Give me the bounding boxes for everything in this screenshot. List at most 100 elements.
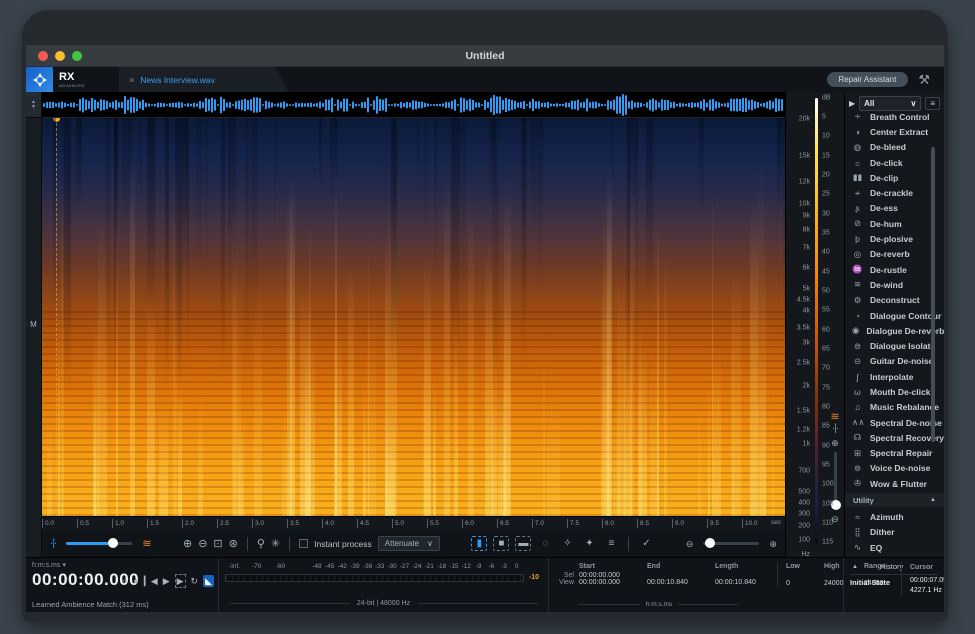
meter-tick-15: -15 (449, 563, 458, 570)
waveform-overview[interactable] (42, 92, 785, 118)
module-item-de-ess[interactable]: ʂDe-ess (845, 201, 944, 216)
time-format-selector[interactable]: h:m:s.ms ▾ (32, 561, 212, 569)
module-item-guitar-de-noise[interactable]: ⊝Guitar De-noise (845, 354, 944, 369)
freq-value: 0 (786, 580, 824, 587)
peak-readout[interactable]: -10 (529, 574, 539, 581)
db-tick-75: 75 (822, 384, 830, 391)
brush-selection-tool[interactable]: ✧ (559, 536, 575, 551)
loop-button[interactable]: ↻ (191, 575, 199, 587)
module-item-de-wind[interactable]: ≋De-wind (845, 277, 944, 292)
time-selection-tool[interactable]: ▮ (471, 536, 487, 551)
playhead[interactable] (56, 118, 57, 516)
freq-tick-5k: 5k (786, 285, 810, 292)
db-tick-20: 20 (822, 171, 830, 178)
level-meter[interactable]: -10 (225, 574, 524, 582)
view-value: 00:00:10.840 (715, 579, 781, 586)
magnify-tool-icon[interactable]: ⚲ (257, 537, 265, 551)
chevron-down-icon[interactable]: ▼ (31, 105, 36, 110)
commit-check-icon[interactable]: ✓ (638, 536, 654, 551)
time-tick: 6.0 (462, 519, 474, 528)
module-item-interpolate[interactable]: ∫Interpolate (845, 369, 944, 384)
instant-process-checkbox[interactable] (299, 539, 308, 548)
dark-streak (205, 118, 208, 283)
find-similar-tool[interactable]: ≡ (603, 536, 619, 551)
record-button[interactable]: ● (133, 575, 138, 587)
module-item-de-reverb[interactable]: ◎De-reverb (845, 247, 944, 262)
module-item-de-hum[interactable]: ⊘De-hum (845, 216, 944, 231)
db-tick-105: 105 (822, 500, 834, 507)
lasso-selection-tool[interactable]: ◌ (537, 536, 553, 551)
module-item-dialogue-de-reverb[interactable]: ◉Dialogue De-reverb (845, 323, 944, 338)
spectral-streak (233, 283, 241, 516)
frequency-selection-tool[interactable]: ▬ (515, 536, 531, 551)
zoom-in-time-icon[interactable]: ⊕ (183, 537, 192, 551)
tab-close-icon[interactable]: × (129, 75, 134, 85)
module-item-deconstruct[interactable]: ⚙Deconstruct (845, 293, 944, 308)
zoom-full-icon[interactable]: ⊛ (229, 537, 238, 551)
module-item-de-plosive[interactable]: ϸDe-plosive (845, 231, 944, 246)
play-button[interactable]: ▶ (163, 575, 170, 587)
mini-waveform-icon[interactable]: ·|· (828, 423, 842, 434)
spectral-streak (664, 244, 667, 516)
play-selection-button[interactable]: ▶ (175, 574, 186, 588)
repair-assistant-button[interactable]: Repair Assistant (827, 72, 909, 87)
module-list-scrollbar[interactable] (931, 147, 935, 442)
grab-tool-icon[interactable]: ✳ (271, 537, 280, 551)
module-item-wow-flutter[interactable]: ✇Wow & Flutter (845, 476, 944, 491)
module-item-spectral-de-noise[interactable]: ∧∧Spectral De-noise (845, 415, 944, 430)
monitor-bezel: Untitled RX ADVANCED × (22, 10, 948, 622)
module-item-spectral-recovery[interactable]: ☊Spectral Recovery (845, 430, 944, 445)
module-label: Interpolate (870, 372, 913, 382)
module-item-de-click[interactable]: ☼De-click (845, 155, 944, 170)
return-to-start-button[interactable]: ▎◀ (144, 575, 158, 587)
wave-spect-blend-slider[interactable] (66, 542, 132, 545)
horizontal-zoom-slider[interactable] (703, 542, 759, 545)
spectrogram[interactable] (42, 118, 785, 516)
time-frequency-selection-tool[interactable]: ■ (493, 536, 509, 551)
vertical-zoom-in-icon[interactable]: ⊕ (828, 436, 842, 450)
monitor-headphones-icon[interactable]: ∩ (122, 575, 128, 587)
module-item-voice-de-noise[interactable]: ⊚Voice De-noise (845, 461, 944, 476)
module-item-de-rustle[interactable]: ♒De-rustle (845, 262, 944, 277)
spectrogram-view-icon[interactable]: ≋ (142, 537, 151, 550)
magic-wand-tool[interactable]: ✦ (581, 536, 597, 551)
zoom-selection-icon[interactable]: ⊡ (213, 537, 222, 551)
mini-spectrogram-icon[interactable]: ≋ (828, 410, 842, 423)
utility-section-header[interactable]: Utility▲ (845, 493, 944, 507)
horizontal-zoom-in-icon[interactable]: ⊕ (769, 537, 777, 551)
module-item-de-clip[interactable]: ▮▮De-clip (845, 170, 944, 185)
instant-process-mode-dropdown[interactable]: Attenuate ∨ (378, 536, 440, 551)
module-menu-button[interactable]: ≡ (925, 97, 940, 110)
module-item-de-bleed[interactable]: ◍De-bleed (845, 140, 944, 155)
module-item-dither[interactable]: ⣿Dither (845, 525, 944, 540)
frequency-unit-label: Hz (786, 551, 810, 558)
module-item-music-rebalance[interactable]: ♫Music Rebalance (845, 400, 944, 415)
module-item-dialogue-isolate[interactable]: ⊜Dialogue Isolate (845, 338, 944, 353)
waveform-view-icon[interactable]: ·|· (50, 538, 56, 549)
module-item-center-extract[interactable]: ◑Center Extract (845, 124, 944, 139)
zoom-out-time-icon[interactable]: ⊖ (198, 537, 207, 551)
preview-play-icon[interactable]: ▶ (849, 99, 855, 108)
time-ruler[interactable]: sec 0.00.51.01.52.02.53.03.54.04.55.05.5… (42, 516, 785, 530)
horizontal-zoom-out-icon[interactable]: ⊖ (686, 537, 694, 551)
db-tick-100: 100 (822, 481, 834, 488)
output-monitor-toggle[interactable]: ◣ (203, 575, 214, 587)
channel-label[interactable]: M (26, 320, 41, 329)
meter-tick-42: -42 (338, 563, 347, 570)
vertical-zoom-slider[interactable] (834, 452, 837, 507)
module-item-breath-control[interactable]: ∻Breath Control (845, 109, 944, 124)
repair-tools-icon[interactable]: ⚒ (918, 72, 930, 88)
meter-tick-12: -12 (462, 563, 471, 570)
module-item-de-crackle[interactable]: ≁De-crackle (845, 185, 944, 200)
freq-tick-100: 100 (786, 536, 810, 543)
time-tick: 8.0 (602, 519, 614, 528)
module-item-spectral-repair[interactable]: ⊞Spectral Repair (845, 446, 944, 461)
module-item-eq[interactable]: ∿EQ (845, 540, 944, 555)
spectral-streak (750, 202, 758, 516)
db-tick-30: 30 (822, 210, 830, 217)
file-tab[interactable]: × News Interview.wav (119, 67, 289, 92)
module-item-azimuth[interactable]: ≈Azimuth (845, 509, 944, 524)
overview-resize-control[interactable]: ▲ ▼ (26, 92, 41, 118)
module-item-mouth-de-click[interactable]: ωMouth De-click (845, 384, 944, 399)
module-item-dialogue-contour[interactable]: ◔Dialogue Contour (845, 308, 944, 323)
